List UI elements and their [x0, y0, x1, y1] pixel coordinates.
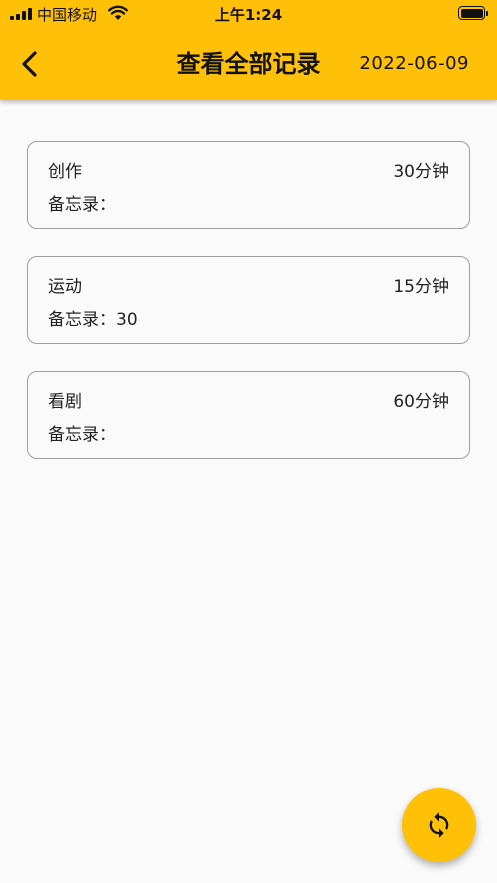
- refresh-icon: [429, 812, 449, 838]
- record-list: 创作 30分钟 备忘录： 运动 15分钟 备忘录：30 看剧 60分钟 备忘录：: [27, 141, 470, 486]
- header-date: 2022-06-09: [359, 53, 469, 74]
- status-bar: 中国移动 上午1:24: [0, 0, 497, 28]
- record-duration: 15分钟: [393, 277, 449, 297]
- record-card[interactable]: 创作 30分钟 备忘录：: [27, 141, 470, 229]
- status-time: 上午1:24: [214, 6, 283, 24]
- record-memo: 备忘录：30: [48, 305, 138, 330]
- refresh-button[interactable]: [402, 788, 476, 862]
- app-bar: 中国移动 上午1:24 查看全部记录 2022-06-09: [0, 0, 497, 100]
- record-card[interactable]: 看剧 60分钟 备忘录：: [27, 371, 470, 459]
- memo-value: 30: [116, 310, 138, 330]
- record-name: 看剧: [48, 392, 82, 412]
- memo-label: 备忘录：: [48, 425, 116, 445]
- memo-label: 备忘录：: [48, 310, 116, 330]
- battery-icon: [458, 6, 488, 20]
- record-name: 创作: [48, 162, 82, 182]
- record-memo: 备忘录：: [48, 190, 116, 215]
- record-name: 运动: [48, 277, 82, 297]
- record-duration: 60分钟: [393, 392, 449, 412]
- record-memo: 备忘录：: [48, 420, 116, 445]
- memo-label: 备忘录：: [48, 195, 116, 215]
- record-duration: 30分钟: [393, 162, 449, 182]
- record-card[interactable]: 运动 15分钟 备忘录：30: [27, 256, 470, 344]
